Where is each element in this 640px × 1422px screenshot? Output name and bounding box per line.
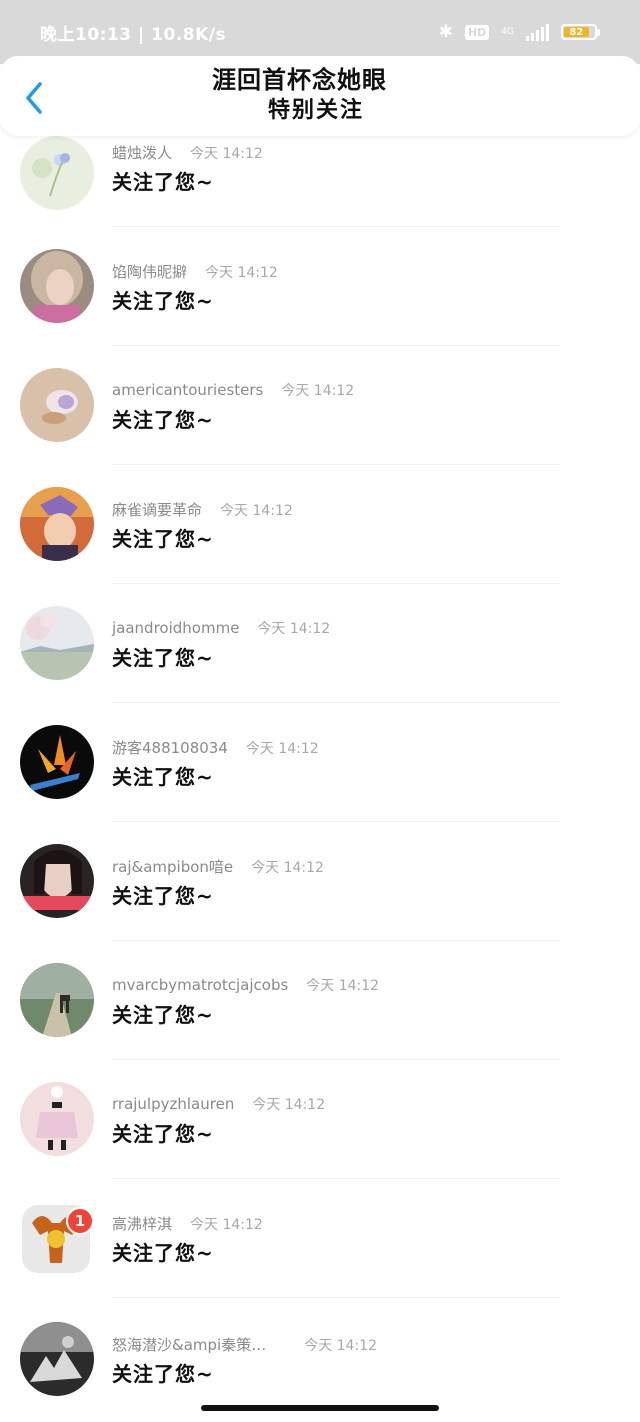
bluetooth-icon: ✱ [438,22,453,42]
timestamp: 今天 14:12 [257,621,331,637]
list-item[interactable]: 怒海潜沙&ampi秦策… 今天 14:12 关注了您~ [0,1300,640,1419]
home-indicator[interactable] [201,1405,439,1411]
notification-message: 关注了您~ [112,646,214,670]
list-item[interactable]: rrajulpyzhlauren 今天 14:12 关注了您~ [0,1062,640,1181]
status-bar: 晚上10:13 | 10.8K/s ✱ HD 4G 82 [0,0,640,64]
status-time: 晚上10:13 | 10.8K/s [40,24,227,45]
signal-icon [526,23,549,41]
divider [112,1178,560,1179]
status-icons: ✱ HD 4G 82 [439,22,600,42]
divider [112,1297,560,1298]
username[interactable]: 馅陶伟昵擗 [112,261,187,282]
divider [112,226,560,227]
network-label: 4G [501,27,514,37]
avatar[interactable] [20,368,94,442]
divider [112,345,560,346]
timestamp: 今天 14:12 [251,860,324,876]
divider [112,464,560,465]
username[interactable]: raj&ampibon喑e [112,856,233,877]
divider [112,821,560,822]
username[interactable]: rrajulpyzhlauren [112,1095,234,1113]
username[interactable]: 怒海潜沙&ampi秦策… [112,1334,266,1355]
list-item[interactable]: raj&ampibon喑e 今天 14:12 关注了您~ [0,824,640,943]
username[interactable]: 麻雀谪要革命 [112,499,202,520]
timestamp: 今天 14:12 [220,503,293,519]
list-item[interactable]: 馅陶伟昵擗 今天 14:12 关注了您~ [0,229,640,348]
divider [112,940,560,941]
avatar[interactable] [20,487,94,561]
timestamp: 今天 14:12 [281,383,355,399]
username[interactable]: jaandroidhomme [112,619,239,637]
notification-message: 关注了您~ [112,1241,214,1265]
timestamp: 今天 14:12 [245,741,319,757]
timestamp: 今天 14:12 [306,978,380,994]
username[interactable]: 高沸梓淇 [112,1213,172,1234]
avatar[interactable] [20,136,94,210]
avatar[interactable] [20,963,94,1037]
timestamp: 今天 14:12 [190,1217,263,1233]
divider [112,583,560,584]
timestamp: 今天 14:12 [304,1338,377,1354]
avatar[interactable] [20,844,94,918]
timestamp: 今天 14:12 [190,146,263,162]
divider [112,702,560,703]
list-item[interactable]: 麻雀谪要革命 今天 14:12 关注了您~ [0,467,640,586]
list-item[interactable]: jaandroidhomme 今天 14:12 关注了您~ [0,586,640,705]
username[interactable]: 蜡烛泼人 [112,142,172,163]
page-title: 特别关注 [268,98,365,123]
notification-message: 关注了您~ [112,765,214,789]
chevron-left-icon[interactable] [22,80,52,120]
top-nav: 涯回首杯念她眼 特别关注 [0,56,640,136]
battery-icon: 82 [561,24,600,40]
battery-level: 82 [564,27,589,38]
notification-message: 关注了您~ [112,408,214,432]
unread-badge: 1 [66,1207,94,1235]
list-item[interactable]: mvarcbymatrotcjajcobs 今天 14:12 关注了您~ [0,943,640,1062]
notification-message: 关注了您~ [112,1122,214,1146]
avatar[interactable] [20,725,94,799]
avatar[interactable] [20,1322,94,1396]
avatar[interactable] [20,249,94,323]
notification-message: 关注了您~ [112,884,214,908]
header-overlay-text: 涯回首杯念她眼 [212,60,387,96]
notification-list: 蜡烛泼人 今天 14:12 关注了您~ 馅陶伟昵擗 今天 14:12 关注了您~… [0,0,640,1422]
timestamp: 今天 14:12 [252,1097,326,1113]
notification-message: 关注了您~ [112,1003,214,1027]
avatar[interactable] [20,1082,94,1156]
timestamp: 今天 14:12 [205,265,278,281]
notification-message: 关注了您~ [112,289,214,313]
notification-message: 关注了您~ [112,527,214,551]
hd-icon: HD [464,24,490,40]
list-item[interactable]: 游客488108034 今天 14:12 关注了您~ [0,705,640,824]
list-item[interactable]: 1 高沸梓淇 今天 14:12 关注了您~ [0,1181,640,1300]
username[interactable]: mvarcbymatrotcjajcobs [112,976,288,994]
notification-message: 关注了您~ [112,170,214,194]
avatar[interactable] [20,606,94,680]
username[interactable]: 游客488108034 [112,737,228,758]
username[interactable]: americantouriesters [112,381,263,399]
divider [112,1059,560,1060]
list-item[interactable]: americantouriesters 今天 14:12 关注了您~ [0,348,640,467]
notification-message: 关注了您~ [112,1362,214,1386]
